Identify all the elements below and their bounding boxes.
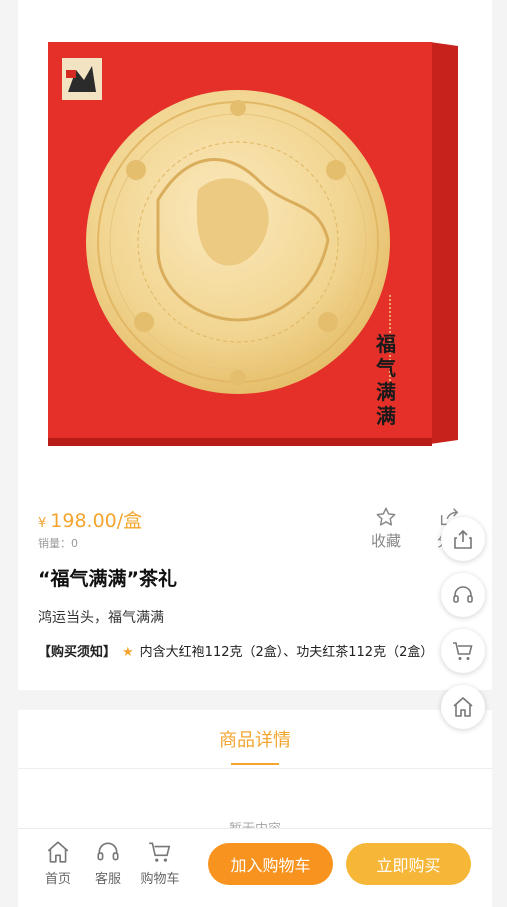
tab-product-details[interactable]: 商品详情 <box>18 726 492 752</box>
bottom-bar: 首页 客服 购物车 加入购物车 立即购买 <box>18 828 492 907</box>
box-caption: 福气满满 <box>376 332 396 428</box>
share-upload-icon <box>454 529 472 549</box>
favorite-button[interactable]: 收藏 <box>366 506 406 551</box>
detail-tabbar: 商品详情 <box>18 710 492 769</box>
product-image[interactable]: 福气满满 <box>18 0 492 470</box>
home-icon <box>453 697 473 717</box>
cart-icon <box>149 842 171 862</box>
cart-icon <box>453 642 473 660</box>
product-title: “福气满满”茶礼 <box>38 568 177 590</box>
favorite-label: 收藏 <box>370 532 401 550</box>
star-outline-icon <box>376 507 396 526</box>
price-value: 198.00/盒 <box>50 510 143 532</box>
section-divider <box>18 690 492 710</box>
nav-service[interactable]: 客服 <box>86 839 130 887</box>
nav-cart-label: 购物车 <box>140 872 180 887</box>
headset-icon <box>453 586 473 603</box>
headset-icon <box>97 842 119 861</box>
nav-home-label: 首页 <box>44 872 71 887</box>
float-home-button[interactable] <box>441 685 485 729</box>
add-to-cart-button[interactable]: 加入购物车 <box>208 843 333 885</box>
float-cart-button[interactable] <box>441 629 485 673</box>
purchase-notice: 【购买须知】 ★ 内含大红袍112克（2盒）、功夫红茶112克（2盒） <box>38 641 488 661</box>
float-share-button[interactable] <box>441 517 485 561</box>
price-row: ¥198.00/盒 <box>38 506 478 532</box>
product-subtitle: 鸿运当头，福气满满 <box>38 610 164 626</box>
nav-cart[interactable]: 购物车 <box>134 839 186 887</box>
price: ¥198.00/盒 <box>38 510 142 532</box>
home-icon <box>47 841 69 863</box>
notice-tag: 【购买须知】 <box>38 645 117 660</box>
currency-symbol: ¥ <box>38 516 47 531</box>
floating-actions <box>441 517 487 741</box>
float-service-button[interactable] <box>441 573 485 617</box>
notice-star-icon: ★ <box>122 645 134 660</box>
sales-count: 销量：0 <box>38 537 78 550</box>
tab-active-indicator <box>231 763 279 765</box>
buy-now-button[interactable]: 立即购买 <box>346 843 471 885</box>
nav-service-label: 客服 <box>94 872 121 887</box>
notice-text: 内含大红袍112克（2盒）、功夫红茶112克（2盒） <box>139 645 434 660</box>
nav-home[interactable]: 首页 <box>36 839 80 887</box>
